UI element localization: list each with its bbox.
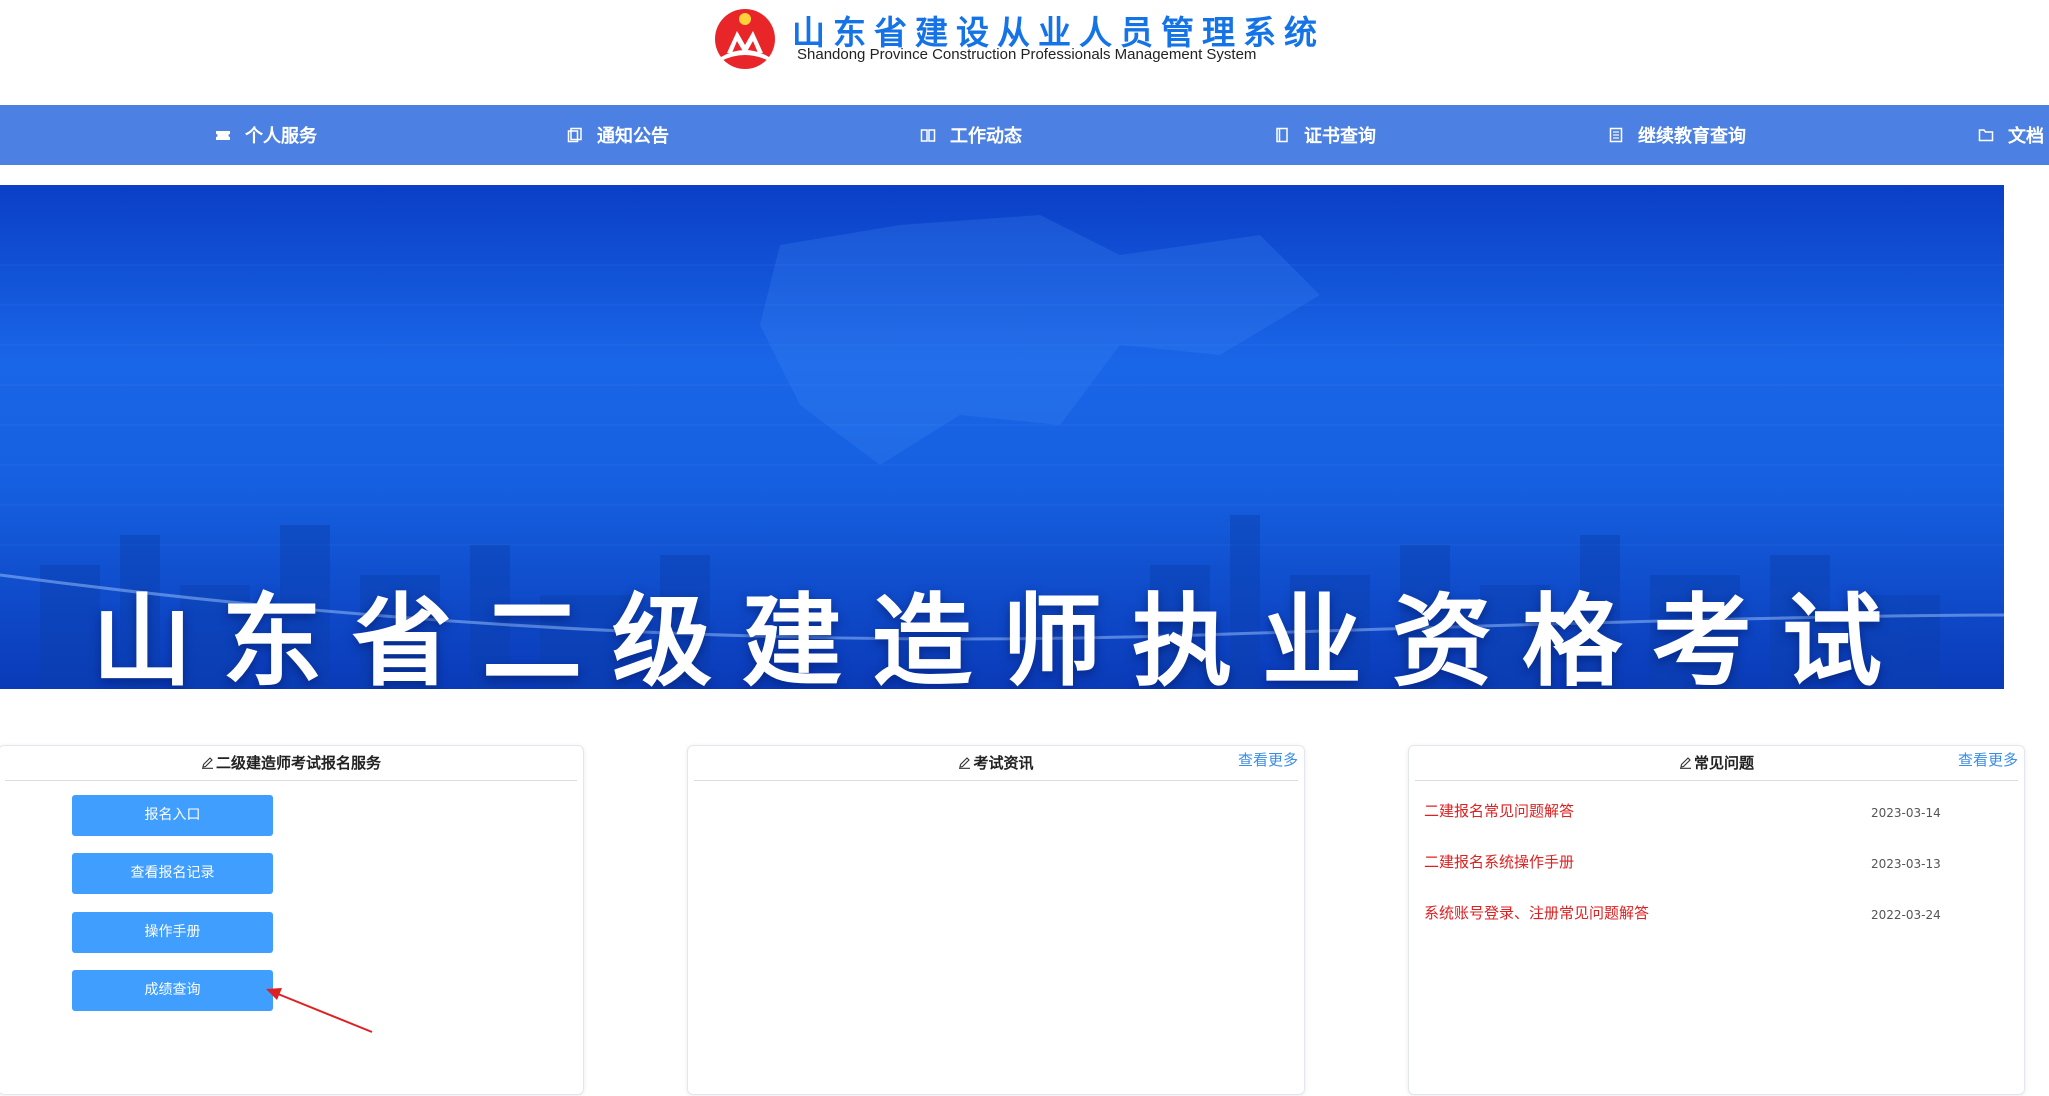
score-query-button[interactable]: 成绩查询 bbox=[72, 970, 273, 1011]
card-title: 二级建造师考试报名服务 bbox=[5, 746, 577, 781]
folder-icon bbox=[1978, 129, 1994, 142]
card-header: 考试资讯 查看更多 bbox=[694, 746, 1298, 781]
faq-item-date: 2023-03-13 bbox=[1871, 857, 1941, 871]
site-logo-icon[interactable] bbox=[707, 5, 783, 69]
site-title-en: Shandong Province Construction Professio… bbox=[797, 46, 1257, 63]
nav-item-personal-service[interactable]: 个人服务 bbox=[215, 105, 317, 165]
faq-item-link[interactable]: 二建报名系统操作手册 bbox=[1424, 851, 1574, 872]
banner-title: 山东省二级建造师执业资格考试 bbox=[92, 583, 1912, 689]
card-title: 考试资讯 bbox=[694, 746, 1298, 781]
faq-item-link[interactable]: 系统账号登录、注册常见问题解答 bbox=[1424, 902, 1649, 923]
edit-pen-icon bbox=[959, 757, 971, 769]
nav-item-label: 工作动态 bbox=[950, 126, 1022, 147]
edit-pen-icon bbox=[201, 757, 213, 769]
nav-item-continuing-education[interactable]: 继续教育查询 bbox=[1608, 105, 1746, 165]
exam-news-more-link[interactable]: 查看更多 bbox=[1238, 749, 1298, 770]
nav-item-label: 个人服务 bbox=[245, 126, 317, 147]
faq-item-date: 2022-03-24 bbox=[1871, 908, 1941, 922]
view-registration-records-button[interactable]: 查看报名记录 bbox=[72, 853, 273, 894]
site-header: 山东省建设从业人员管理系统 Shandong Province Construc… bbox=[0, 0, 2049, 105]
faq-card: 常见问题 查看更多 二建报名常见问题解答 2023-03-14 二建报名系统操作… bbox=[1408, 745, 2025, 1095]
operation-manual-button[interactable]: 操作手册 bbox=[72, 912, 273, 953]
faq-item-date: 2023-03-14 bbox=[1871, 806, 1941, 820]
nav-item-announcements[interactable]: 通知公告 bbox=[567, 105, 669, 165]
book-open-icon bbox=[920, 129, 936, 142]
list-item: 系统账号登录、注册常见问题解答 2022-03-24 bbox=[1424, 902, 2009, 926]
main-nav: 个人服务 通知公告 工作动态 证书查询 继续教育查询 文档 bbox=[0, 105, 2049, 165]
edit-pen-icon bbox=[1679, 757, 1691, 769]
list-item: 二建报名常见问题解答 2023-03-14 bbox=[1424, 800, 2009, 824]
ticket-icon bbox=[216, 131, 230, 140]
document-list-icon bbox=[1609, 127, 1623, 143]
nav-item-documents[interactable]: 文档 bbox=[1978, 105, 2044, 165]
list-item: 二建报名系统操作手册 2023-03-13 bbox=[1424, 851, 2009, 875]
nav-item-label: 继续教育查询 bbox=[1638, 126, 1746, 147]
card-title: 常见问题 bbox=[1415, 746, 2018, 781]
copy-icon bbox=[567, 127, 582, 143]
card-header: 常见问题 查看更多 bbox=[1415, 746, 2018, 781]
faq-item-link[interactable]: 二建报名常见问题解答 bbox=[1424, 800, 1574, 821]
nav-item-label: 通知公告 bbox=[597, 126, 669, 147]
notebook-icon bbox=[1276, 127, 1288, 143]
card-header: 二级建造师考试报名服务 bbox=[5, 746, 577, 781]
nav-item-work-news[interactable]: 工作动态 bbox=[920, 105, 1022, 165]
faq-more-link[interactable]: 查看更多 bbox=[1958, 749, 2018, 770]
exam-service-card: 二级建造师考试报名服务 报名入口 查看报名记录 操作手册 成绩查询 bbox=[0, 745, 584, 1095]
nav-item-label: 文档 bbox=[2008, 126, 2044, 147]
register-entry-button[interactable]: 报名入口 bbox=[72, 795, 273, 836]
hero-banner: 山东省二级建造师执业资格考试 bbox=[0, 185, 2004, 689]
nav-item-certificate-query[interactable]: 证书查询 bbox=[1274, 105, 1376, 165]
nav-item-label: 证书查询 bbox=[1304, 126, 1376, 147]
exam-news-card: 考试资讯 查看更多 bbox=[687, 745, 1305, 1095]
